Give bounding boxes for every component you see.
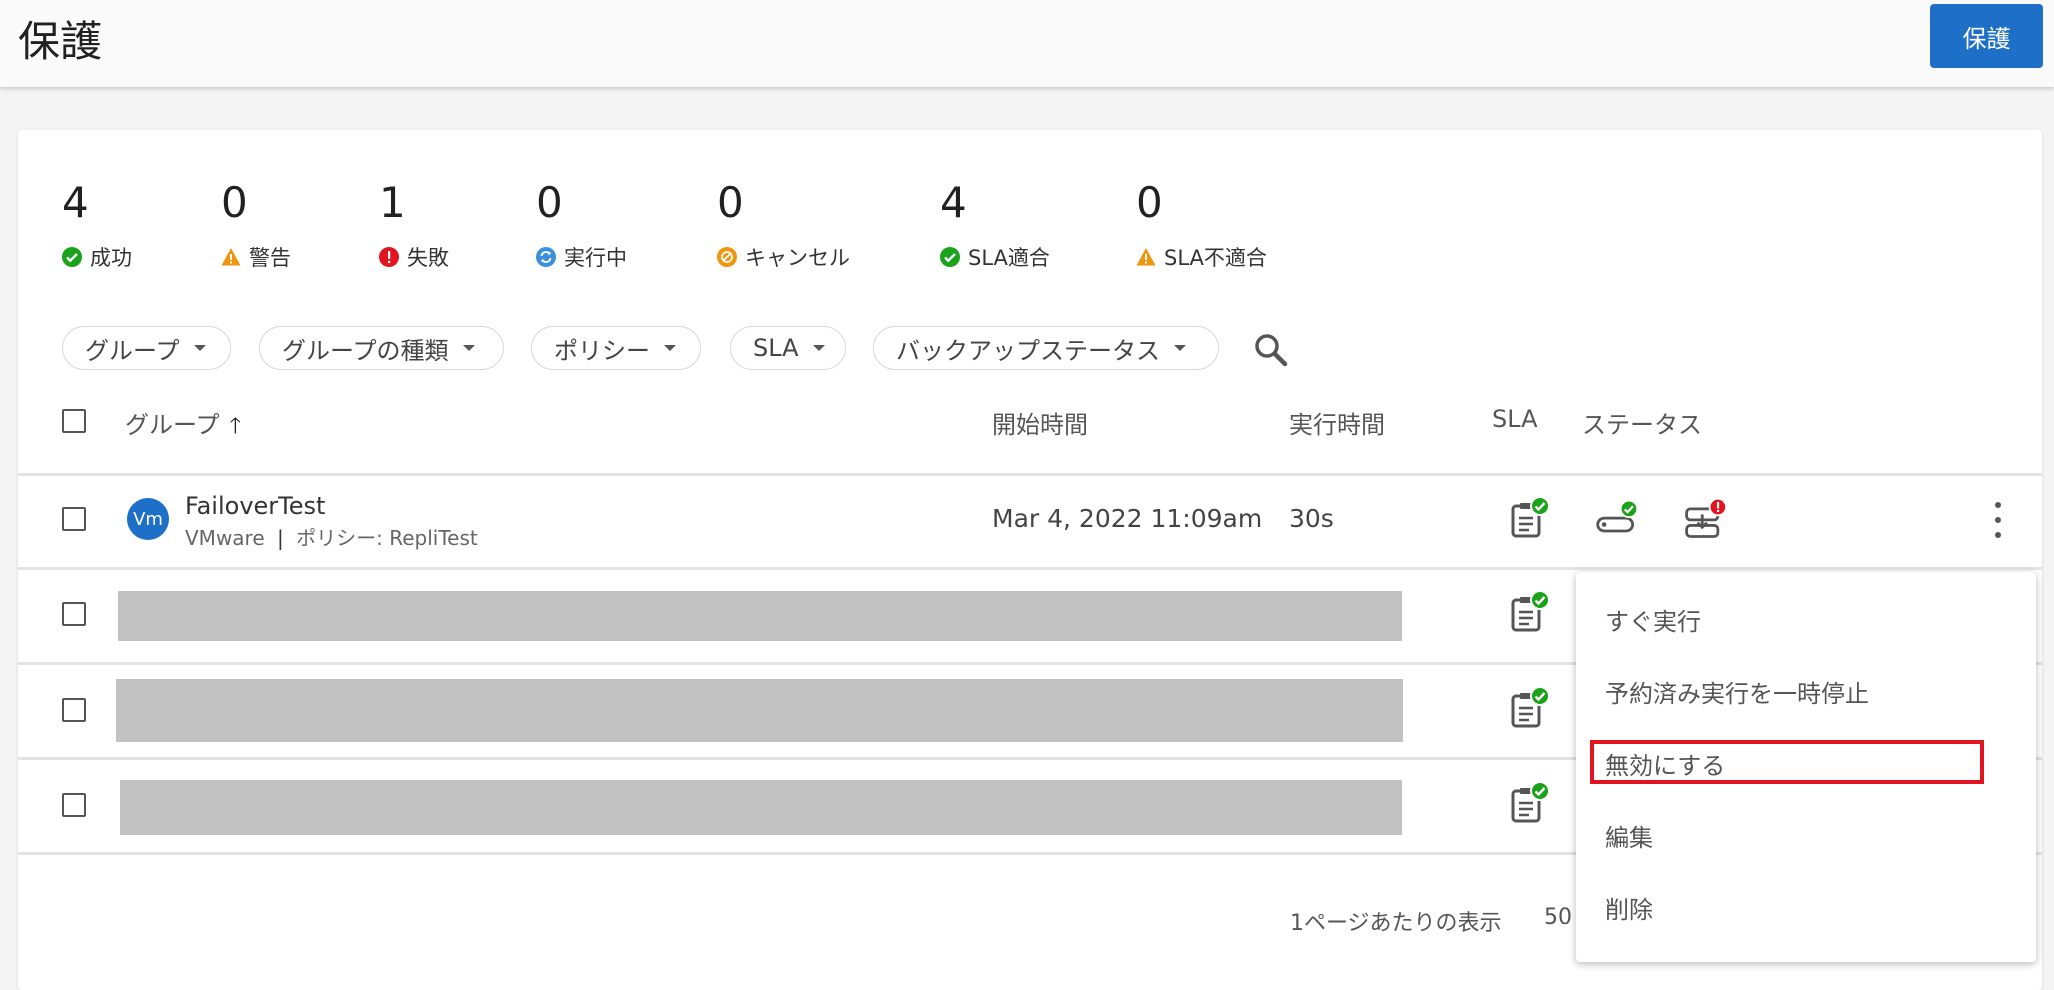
stat-warning-value: 0 [221,178,248,227]
filter-sla-label: SLA [753,334,799,362]
stat-success[interactable]: 4 成功 [62,182,132,272]
column-header-sla[interactable]: SLA [1492,405,1538,433]
column-header-status[interactable]: ステータス [1582,405,1702,440]
search-icon[interactable] [1251,330,1291,370]
stat-success-label: 成功 [90,246,132,270]
row-divider [18,567,2042,570]
column-header-start-time[interactable]: 開始時間 [992,405,1088,440]
menu-item-pause-scheduled-runs[interactable]: 予約済み実行を一時停止 [1605,674,1869,709]
error-icon [379,247,399,267]
filter-sla[interactable]: SLA [730,326,846,370]
row-separator: | [277,526,284,550]
stat-warning[interactable]: 0 警告 [221,182,291,272]
avatar: Vm [127,498,169,540]
stat-sla-met-label: SLA適合 [968,246,1050,270]
menu-item-edit[interactable]: 編集 [1605,818,1653,853]
backup-status-error-icon [1685,497,1728,538]
row-group-policy: ポリシー: RepliTest [296,526,478,550]
filter-policy-label: ポリシー [554,336,650,365]
page-title: 保護 [18,17,103,66]
sort-ascending-icon: 🡑 [229,414,242,439]
filter-backup-status-label: バックアップステータス [896,336,1160,365]
stat-running[interactable]: 0 実行中 [536,182,627,272]
row-start-time: Mar 4, 2022 11:09am [992,504,1263,533]
row-checkbox[interactable] [62,507,86,531]
sla-met-check-icon [940,247,960,267]
menu-item-run-now[interactable]: すぐ実行 [1605,602,1701,637]
stat-success-value: 4 [62,178,89,227]
success-check-icon [62,247,82,267]
stat-cancelled-value: 0 [717,178,744,227]
stat-failed[interactable]: 1 失敗 [379,182,449,272]
stat-sla-not-met[interactable]: 0 SLA不適合 [1136,182,1267,272]
column-header-group-label: グループ [125,411,220,439]
stat-sla-not-met-value: 0 [1136,178,1163,227]
row-group-name[interactable]: FailoverTest [185,492,325,520]
row-checkbox[interactable] [62,602,86,626]
sla-not-met-warning-icon [1136,248,1156,266]
filter-group-label: グループ [85,336,180,365]
row-checkbox[interactable] [62,698,86,722]
row-run-time: 30s [1289,504,1334,533]
stat-cancelled-label: キャンセル [745,246,850,270]
rows-per-page-select[interactable]: 50 [1544,905,1572,930]
column-header-group[interactable]: グループ 🡑 [125,405,241,447]
rows-per-page-label: 1ページあたりの表示 [1290,911,1502,936]
row-actions-menu: すぐ実行 予約済み実行を一時停止 無効にする 編集 削除 [1576,572,2036,962]
filter-group-type[interactable]: グループの種類 [259,326,504,370]
redacted-row-content [120,780,1402,835]
sla-clipboard-check-icon [1511,590,1550,632]
filter-backup-status[interactable]: バックアップステータス [873,326,1219,370]
row-checkbox[interactable] [62,793,86,817]
menu-item-disable[interactable]: 無効にする [1605,746,1725,781]
stat-cancelled[interactable]: 0 キャンセル [717,182,850,272]
chevron-down-icon [1174,345,1186,351]
select-all-checkbox[interactable] [62,409,86,433]
stat-failed-label: 失敗 [407,246,449,270]
row-divider [18,473,2042,476]
redacted-row-content [118,591,1402,641]
column-header-run-time[interactable]: 実行時間 [1289,405,1385,440]
replication-status-icon [1596,499,1639,533]
sla-clipboard-check-icon [1511,781,1550,823]
top-bar: 保護 保護 [0,0,2054,87]
filter-group-type-label: グループの種類 [282,336,449,365]
row-group-type: VMware [185,526,265,550]
redacted-row-content [116,679,1403,742]
stat-sla-met[interactable]: 4 SLA適合 [940,182,1050,272]
filter-policy[interactable]: ポリシー [531,326,701,370]
stat-running-value: 0 [536,178,563,227]
row-actions-kebab-icon[interactable] [1992,502,2004,538]
cancelled-icon [717,247,737,267]
protect-button[interactable]: 保護 [1930,4,2043,68]
menu-item-delete[interactable]: 削除 [1605,890,1653,925]
stat-sla-not-met-label: SLA不適合 [1164,246,1267,270]
sla-clipboard-check-icon [1511,496,1550,538]
stat-sla-met-value: 4 [940,178,967,227]
chevron-down-icon [462,345,475,351]
chevron-down-icon [193,345,206,351]
stat-running-label: 実行中 [564,246,627,270]
warning-icon [221,248,241,266]
sla-clipboard-check-icon [1511,686,1550,728]
filter-group[interactable]: グループ [62,326,231,370]
stat-failed-value: 1 [379,178,406,227]
chevron-down-icon [812,345,825,351]
chevron-down-icon [664,345,676,351]
row-group-details: VMware | ポリシー: RepliTest [185,522,478,551]
stat-warning-label: 警告 [249,246,291,270]
running-sync-icon [536,247,556,267]
